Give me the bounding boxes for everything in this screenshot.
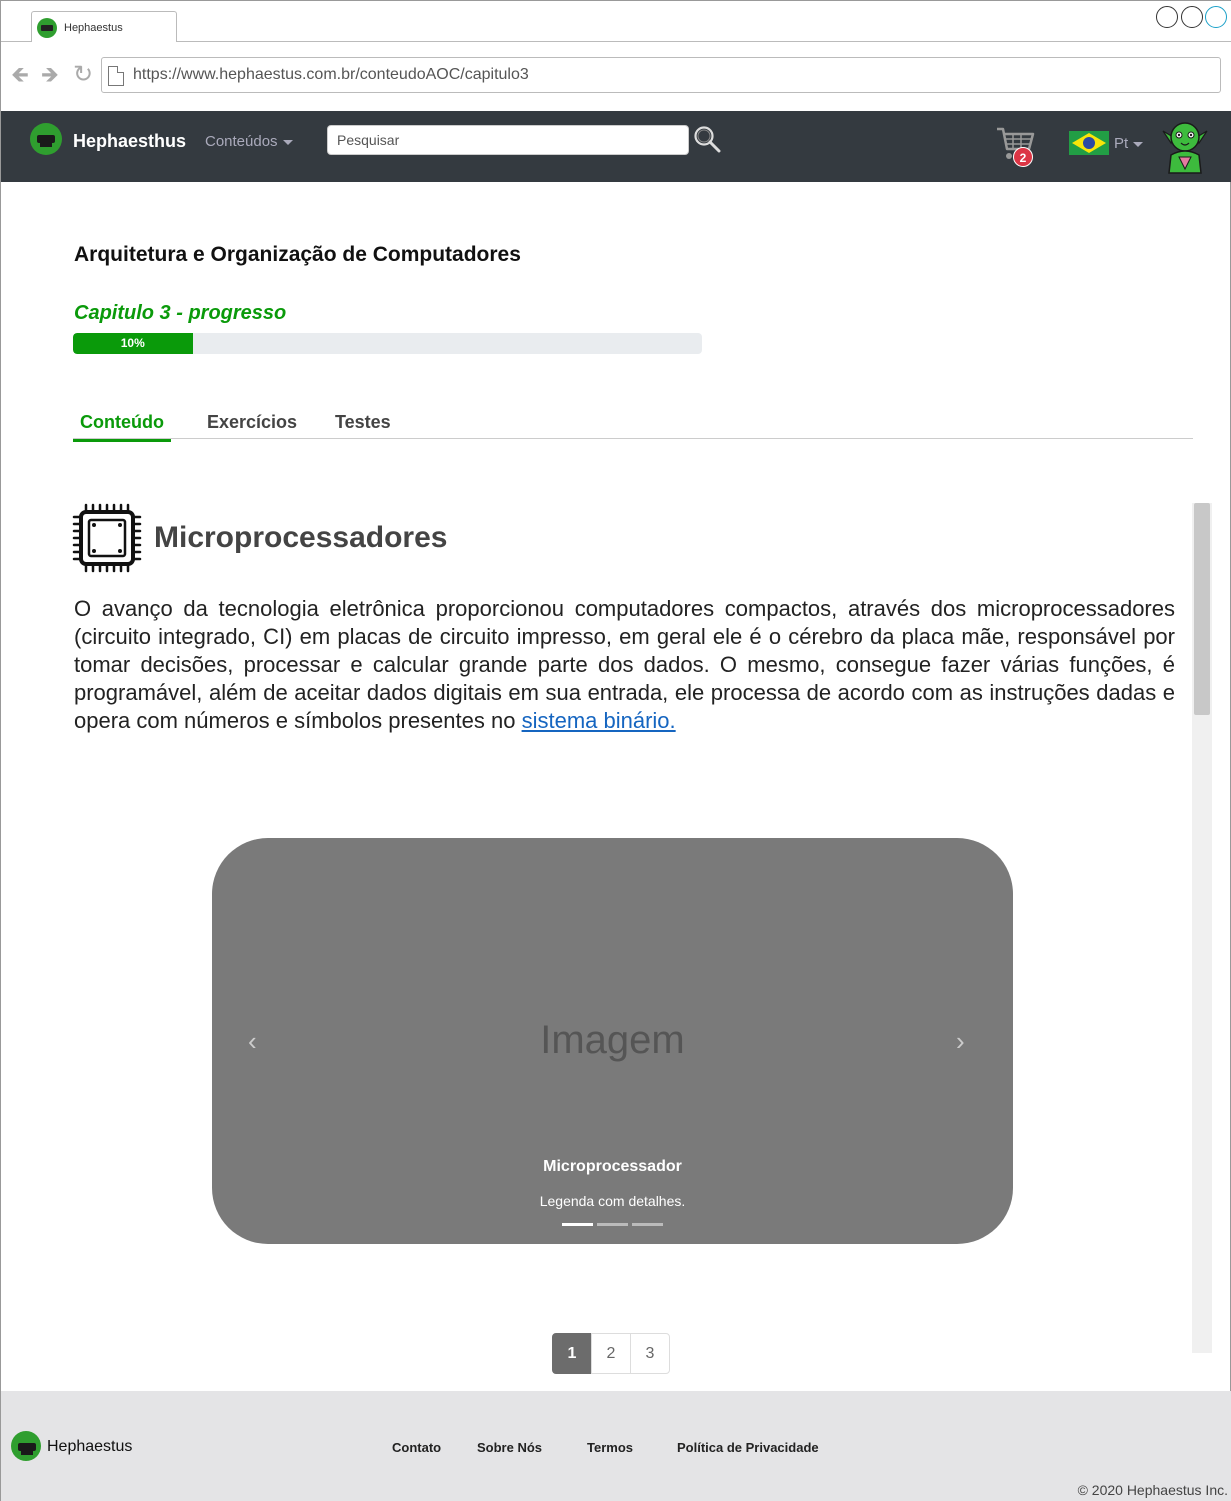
browser-window: Hephaestus 🡸 🡺 ↻ https://www.hephaestus.… xyxy=(0,0,1231,1501)
pagination: 1 2 3 xyxy=(552,1333,670,1374)
microchip-icon xyxy=(72,503,142,573)
image-carousel: ‹ Imagem › Microprocessador Legenda com … xyxy=(212,838,1013,1244)
carousel-indicator-2[interactable] xyxy=(597,1223,628,1226)
browser-tab[interactable]: Hephaestus xyxy=(31,11,177,43)
page-1-button[interactable]: 1 xyxy=(552,1333,592,1374)
site-footer: Hephaestus Contato Sobre Nós Termos Polí… xyxy=(1,1391,1231,1501)
hephaestus-logo-icon xyxy=(11,1431,41,1461)
url-field[interactable]: https://www.hephaestus.com.br/conteudoAO… xyxy=(101,57,1221,93)
sistema-binario-link[interactable]: sistema binário. xyxy=(522,708,676,733)
reload-icon[interactable]: ↻ xyxy=(73,63,93,87)
browser-tabbar: Hephaestus xyxy=(1,1,1231,43)
section-paragraph: O avanço da tecnologia eletrônica propor… xyxy=(74,595,1175,735)
tab-conteudo[interactable]: Conteúdo xyxy=(73,412,171,442)
footer-link-contato[interactable]: Contato xyxy=(392,1440,441,1455)
search-icon[interactable] xyxy=(693,125,721,153)
search-input[interactable] xyxy=(327,125,689,155)
chapter-progress-bar: 10% xyxy=(73,333,702,354)
progress-label: Capitulo 3 - progresso xyxy=(74,302,287,324)
page-icon xyxy=(108,66,124,86)
content-tabs: Conteúdo Exercícios Testes xyxy=(73,409,1193,442)
browser-addressbar: 🡸 🡺 ↻ https://www.hephaestus.com.br/cont… xyxy=(1,42,1231,111)
language-dropdown[interactable]: Pt xyxy=(1114,135,1144,152)
forward-arrow-icon[interactable]: 🡺 xyxy=(41,64,59,86)
carousel-indicator-3[interactable] xyxy=(632,1223,663,1226)
site-navbar: Hephaesthus Conteúdos 2 Pt xyxy=(1,111,1231,182)
conteudos-dropdown[interactable]: Conteúdos xyxy=(205,133,293,150)
page-2-button[interactable]: 2 xyxy=(591,1333,631,1374)
footer-brand: Hephaestus xyxy=(47,1438,133,1455)
tab-title: Hephaestus xyxy=(64,22,123,34)
page-3-button[interactable]: 3 xyxy=(630,1333,670,1374)
url-text: https://www.hephaestus.com.br/conteudoAO… xyxy=(133,66,529,83)
carousel-next-icon[interactable]: › xyxy=(956,1026,965,1057)
hephaestus-logo-icon xyxy=(37,18,57,38)
carousel-indicator-1[interactable] xyxy=(562,1223,593,1226)
section-title: Microprocessadores xyxy=(154,521,448,554)
window-minimize-button[interactable] xyxy=(1156,6,1178,28)
footer-link-privacidade[interactable]: Política de Privacidade xyxy=(677,1440,819,1455)
caret-down-icon xyxy=(282,139,293,145)
brazil-flag-globe xyxy=(1083,137,1095,149)
tab-testes[interactable]: Testes xyxy=(335,412,391,439)
language-label: Pt xyxy=(1114,135,1129,152)
carousel-legend: Legenda com detalhes. xyxy=(539,1193,686,1209)
carousel-caption: Microprocessador xyxy=(543,1158,682,1175)
footer-link-sobre-nos[interactable]: Sobre Nós xyxy=(477,1440,542,1455)
footer-link-termos[interactable]: Termos xyxy=(587,1440,633,1455)
brand-name[interactable]: Hephaesthus xyxy=(73,131,186,152)
conteudos-label: Conteúdos xyxy=(205,133,278,150)
user-avatar-goblin-icon[interactable] xyxy=(1161,117,1209,175)
window-close-button[interactable] xyxy=(1205,6,1227,28)
hephaestus-logo-icon[interactable] xyxy=(30,123,62,155)
copyright-text: © 2020 Hephaestus Inc. xyxy=(1077,1482,1228,1498)
back-arrow-icon[interactable]: 🡸 xyxy=(11,64,29,86)
carousel-image-placeholder: Imagem xyxy=(540,1018,685,1062)
window-maximize-button[interactable] xyxy=(1181,6,1203,28)
caret-down-icon xyxy=(1133,141,1144,147)
scrollbar-thumb[interactable] xyxy=(1194,503,1210,715)
progress-fill: 10% xyxy=(73,333,193,354)
content-scrollbar[interactable] xyxy=(1192,503,1212,1353)
tab-exercicios[interactable]: Exercícios xyxy=(207,412,297,439)
cart-count-badge: 2 xyxy=(1013,147,1033,167)
course-title: Arquitetura e Organização de Computadore… xyxy=(74,243,521,266)
